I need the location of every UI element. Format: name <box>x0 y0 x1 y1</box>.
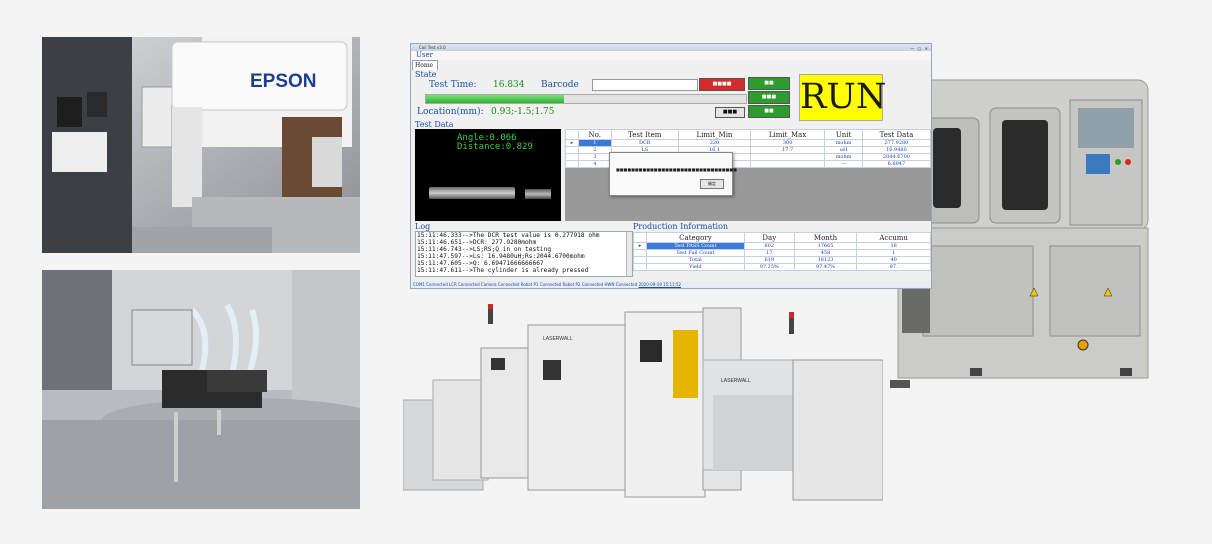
window-title: Coil Test v3.0 <box>419 45 446 50</box>
table-header-row: No. Test Item Limit_Min Limit_Max Unit T… <box>565 129 931 140</box>
progress-bar <box>425 94 747 104</box>
location-label: Location(mm): <box>417 107 484 117</box>
log-line: 15:11:47.605-->Q: 6.69471666666667 <box>417 260 544 267</box>
photo-production-line: LASERWALL LASERWALL <box>403 300 883 525</box>
dialog-message: ■■■■■■■■■■■■■■■■■■■■■■■■■■■■■■■■ <box>616 167 737 172</box>
state-label: State <box>415 70 437 79</box>
production-label: Production Information <box>633 222 729 231</box>
menu-user[interactable]: User <box>416 51 433 59</box>
status-bar: COM1 Connected LCR Connected Camera Conn… <box>411 281 931 288</box>
barcode-input[interactable] <box>592 79 698 91</box>
col-day: Day <box>743 232 795 243</box>
photo-probe-fixture <box>42 270 360 509</box>
col-month: Month <box>793 232 858 243</box>
table-row[interactable]: Test Fail Count 17 458 1 <box>633 249 931 257</box>
window-titlebar: Coil Test v3.0 — ▢ ✕ <box>411 44 931 51</box>
col-accumu: Accumu <box>856 232 931 243</box>
test-time-value: 16.834 <box>493 80 525 90</box>
green-button-2[interactable]: ■■■ <box>748 91 790 104</box>
menu-bar: User <box>411 51 931 60</box>
window-controls[interactable]: — ▢ ✕ <box>910 45 929 52</box>
col-category: Category <box>646 232 745 243</box>
tab-row: Home <box>411 60 931 70</box>
table-row[interactable]: ▸ Test PASS Count 602 17665 18 <box>633 242 931 250</box>
log-panel[interactable]: 15:11:46.333-->The DCR test value is 0.2… <box>415 231 633 277</box>
status-text: COM1 Connected LCR Connected Camera Conn… <box>413 282 638 287</box>
dialog-ok-button[interactable]: 确定 <box>700 179 724 189</box>
col-test-data: Test Data <box>861 129 931 140</box>
test-software-window: Coil Test v3.0 — ▢ ✕ User Home State Tes… <box>410 43 932 289</box>
log-label: Log <box>415 222 431 231</box>
production-table: Category Day Month Accumu ▸ Test PASS Cou… <box>633 232 931 271</box>
table-header-row: Category Day Month Accumu <box>633 232 931 243</box>
coil-image <box>429 187 515 199</box>
col-limit-max: Limit_Max <box>749 129 826 140</box>
green-button-1[interactable]: ■■ <box>748 77 790 90</box>
log-line: 15:11:47.597-->Ls: 16.9480uH;Rs:2044.670… <box>417 253 585 260</box>
col-test-item: Test Item <box>610 129 679 140</box>
tab-home[interactable]: Home <box>412 60 438 70</box>
barcode-label: Barcode <box>541 80 579 90</box>
test-time-label: Test Time: <box>429 80 477 90</box>
laserwall-logo-2: LASERWALL <box>721 378 751 384</box>
run-indicator: RUN <box>799 74 886 121</box>
red-status-button[interactable]: ■■■■ <box>699 78 745 91</box>
distance-readout: Distance:0.829 <box>457 142 533 152</box>
photo-epson-robot: EPSON <box>42 37 360 253</box>
log-line: 15:11:47.611-->The cylinder is already p… <box>417 267 589 274</box>
col-no: No. <box>578 129 612 140</box>
laserwall-logo-1: LASERWALL <box>543 336 573 342</box>
coil-image-2 <box>525 189 551 199</box>
table-row[interactable]: Total 619 18123 40 <box>633 256 931 264</box>
table-row[interactable]: ▸ 1 DCR 220 300 mohm 277.9280 <box>565 139 931 147</box>
camera-view: Angle:0.066 Distance:0.829 <box>415 129 561 221</box>
log-scrollbar[interactable] <box>626 232 632 276</box>
log-line: 15:11:46.651-->DCR: 277.9280mohm <box>417 239 537 246</box>
message-dialog: ■■■■■■■■■■■■■■■■■■■■■■■■■■■■■■■■ 确定 <box>609 152 737 196</box>
progress-fill <box>426 95 564 103</box>
log-line: 15:11:46.333-->The DCR test value is 0.2… <box>417 232 600 239</box>
col-limit-min: Limit_Min <box>677 129 751 140</box>
test-data-label: Test Data <box>415 120 454 129</box>
col-unit: Unit <box>824 129 863 140</box>
epson-logo: EPSON <box>250 71 317 92</box>
location-value: 0.93;-1.5;1.75 <box>491 107 555 117</box>
table-row[interactable]: Yield 97.25% 97.47% 97. <box>633 263 931 271</box>
small-action-button[interactable]: ■■■ <box>715 107 745 118</box>
green-button-3[interactable]: ■■ <box>748 105 790 118</box>
status-time: 2020-09-19 15:11:52 <box>638 282 682 287</box>
log-line: 15:11:46.743-->LS;RS;Q in on testing <box>417 246 552 253</box>
